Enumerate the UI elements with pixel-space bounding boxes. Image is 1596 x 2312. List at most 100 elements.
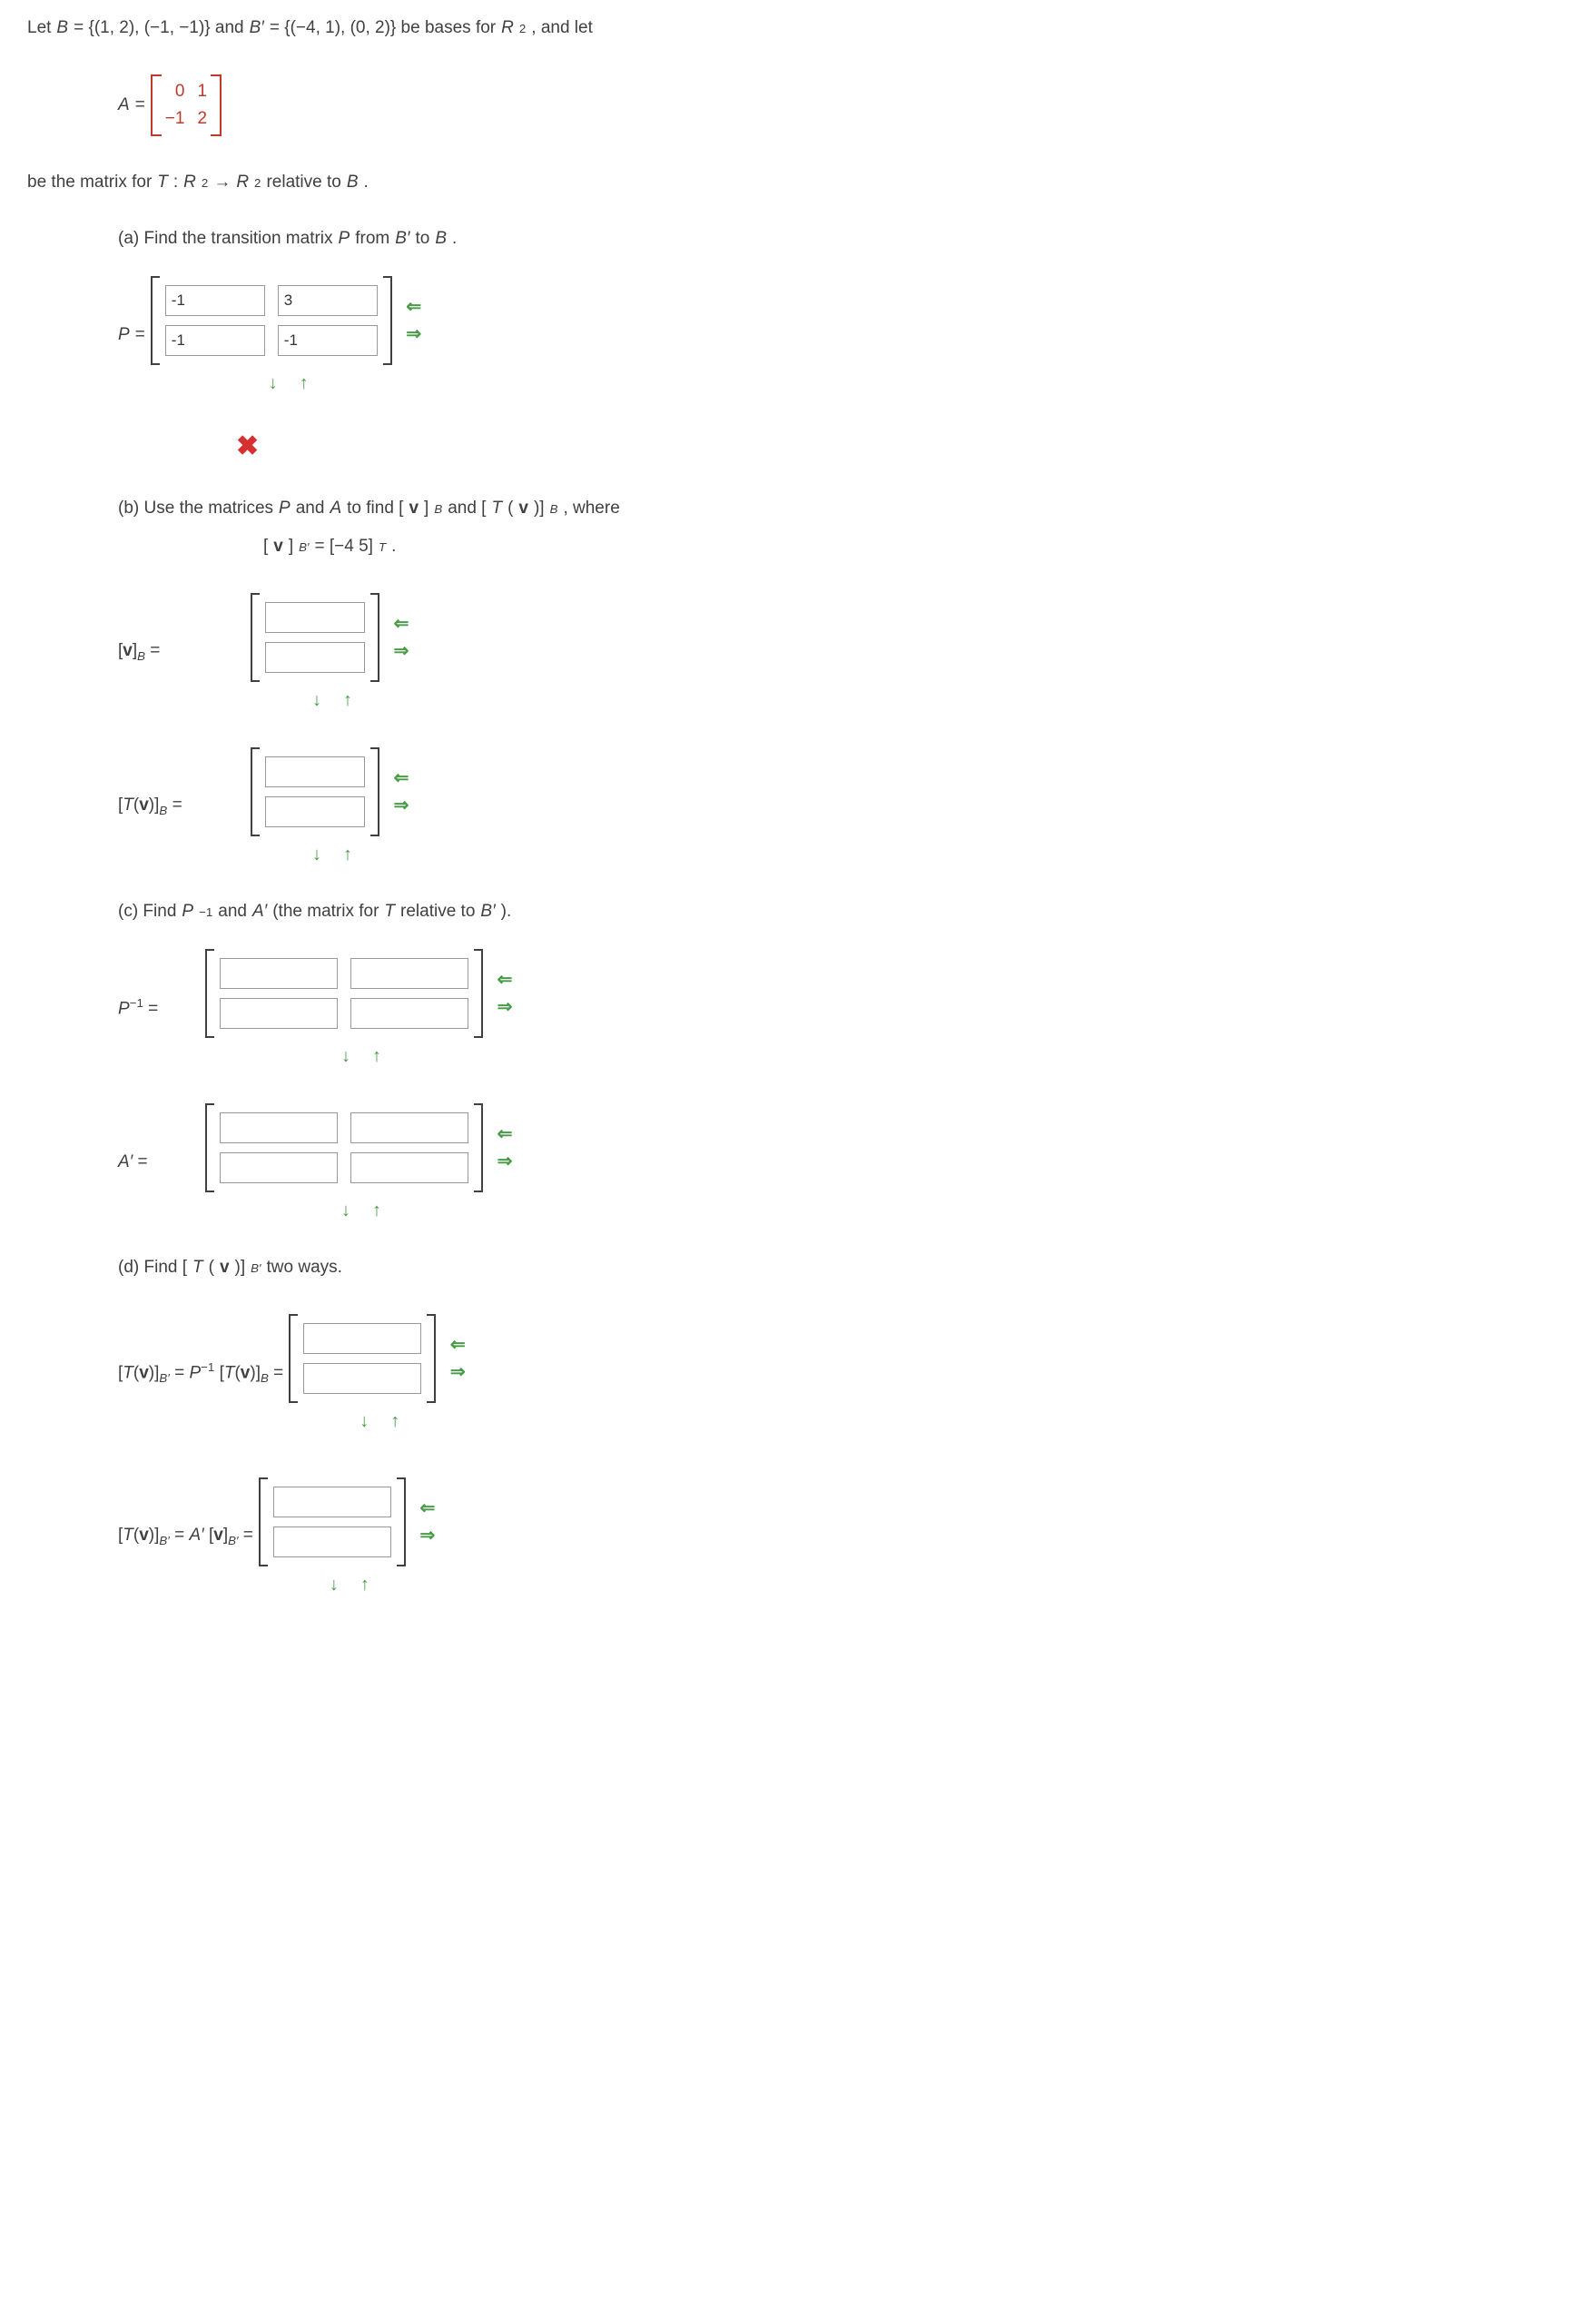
add-column-icon[interactable]: ⇒ — [492, 996, 517, 1018]
remove-column-icon[interactable]: ⇐ — [445, 1334, 470, 1356]
text: T — [157, 173, 168, 193]
add-column-icon[interactable]: ⇒ — [401, 323, 427, 345]
remove-row-icon[interactable]: ↑ — [335, 689, 360, 711]
matrix-cell-input[interactable] — [265, 602, 365, 633]
text: → — [213, 173, 231, 193]
text: ] — [289, 537, 293, 557]
matrix-cell-input[interactable] — [273, 1527, 391, 1557]
remove-row-icon[interactable]: ↑ — [364, 1045, 389, 1067]
matrix-A: 0 1 −1 2 — [151, 74, 222, 136]
matrix-cell-input[interactable] — [165, 285, 265, 316]
text: A′ — [252, 902, 267, 922]
equals: = — [148, 1000, 158, 1019]
text: P — [279, 499, 291, 519]
text: )] — [149, 1526, 160, 1545]
add-column-icon[interactable]: ⇒ — [492, 1151, 517, 1172]
text: B′ — [250, 18, 264, 38]
matrix-cell-input[interactable] — [220, 998, 338, 1029]
equals: = — [174, 1526, 189, 1545]
add-row-icon[interactable]: ↓ — [304, 844, 330, 865]
text: T — [491, 499, 502, 519]
matrix-input-vB — [251, 593, 379, 682]
remove-column-icon[interactable]: ⇐ — [401, 296, 427, 318]
cell: −1 — [165, 109, 185, 129]
text: v — [241, 1364, 251, 1383]
text: B′ — [159, 1372, 169, 1386]
text: T — [123, 795, 133, 815]
text: v — [139, 795, 149, 815]
matrix-cell-input[interactable] — [220, 958, 338, 989]
matrix-cell-input[interactable] — [265, 756, 365, 787]
matrix-input-TvBprime-2 — [259, 1477, 406, 1566]
matrix-cell-input[interactable] — [350, 1152, 468, 1183]
text: ( — [507, 499, 513, 519]
text: (the matrix for — [272, 902, 379, 922]
matrix-cell-input[interactable] — [350, 958, 468, 989]
text: B — [137, 649, 145, 663]
text: A′ — [189, 1526, 203, 1545]
matrix-cell-input[interactable] — [265, 796, 365, 827]
remove-row-icon[interactable]: ↑ — [291, 372, 317, 394]
text: be the matrix for — [27, 173, 152, 193]
text: v — [518, 499, 528, 519]
label-A: A — [118, 95, 130, 115]
add-column-icon[interactable]: ⇒ — [415, 1525, 440, 1546]
cell: 0 — [165, 82, 185, 102]
text: = {(−4, 1), (0, 2)} be bases for — [270, 18, 496, 38]
matrix-cell-input[interactable] — [165, 325, 265, 356]
add-row-icon[interactable]: ↓ — [304, 689, 330, 711]
equals: = — [273, 1364, 283, 1383]
remove-column-icon[interactable]: ⇐ — [492, 1123, 517, 1145]
add-column-icon[interactable]: ⇒ — [389, 795, 414, 816]
add-column-icon[interactable]: ⇒ — [389, 640, 414, 662]
matrix-input-TvB — [251, 747, 379, 836]
text: B — [435, 229, 447, 249]
equals: = — [174, 1364, 189, 1383]
remove-row-icon[interactable]: ↑ — [335, 844, 360, 865]
label-Aprime: A′ — [118, 1152, 133, 1171]
text: P — [189, 1364, 201, 1383]
text: T — [224, 1364, 235, 1383]
text: )] — [250, 1364, 261, 1383]
matrix-cell-input[interactable] — [265, 642, 365, 673]
text: v — [273, 537, 283, 557]
remove-column-icon[interactable]: ⇐ — [389, 613, 414, 635]
add-row-icon[interactable]: ↓ — [351, 1410, 377, 1432]
remove-row-icon[interactable]: ↑ — [352, 1574, 378, 1596]
matrix-cell-input[interactable] — [350, 1112, 468, 1143]
matrix-cell-input[interactable] — [303, 1323, 421, 1354]
matrix-cell-input[interactable] — [220, 1112, 338, 1143]
remove-row-icon[interactable]: ↑ — [364, 1200, 389, 1221]
remove-column-icon[interactable]: ⇐ — [389, 767, 414, 789]
text: B — [261, 1372, 269, 1386]
text: (a) Find the transition matrix — [118, 229, 333, 249]
text: B′ — [395, 229, 409, 249]
cell: 2 — [197, 109, 207, 129]
text: B — [434, 502, 442, 516]
add-row-icon[interactable]: ↓ — [333, 1200, 359, 1221]
matrix-cell-input[interactable] — [303, 1363, 421, 1394]
text: B′ — [299, 540, 309, 554]
matrix-input-P — [151, 276, 392, 365]
text: T — [379, 540, 386, 554]
add-row-icon[interactable]: ↓ — [261, 372, 286, 394]
remove-row-icon[interactable]: ↑ — [382, 1410, 408, 1432]
text: B — [347, 173, 359, 193]
text: )] — [149, 795, 160, 815]
remove-column-icon[interactable]: ⇐ — [415, 1497, 440, 1519]
remove-column-icon[interactable]: ⇐ — [492, 969, 517, 991]
add-row-icon[interactable]: ↓ — [321, 1574, 347, 1596]
equals: = — [135, 325, 145, 345]
matrix-cell-input[interactable] — [220, 1152, 338, 1183]
equals: = — [138, 1152, 148, 1171]
matrix-cell-input[interactable] — [278, 325, 378, 356]
matrix-cell-input[interactable] — [350, 998, 468, 1029]
matrix-input-Pinv — [205, 949, 483, 1038]
matrix-cell-input[interactable] — [273, 1487, 391, 1517]
text: , and let — [531, 18, 593, 38]
add-row-icon[interactable]: ↓ — [333, 1045, 359, 1067]
matrix-cell-input[interactable] — [278, 285, 378, 316]
part-a: (a) Find the transition matrix P from B′… — [118, 229, 1569, 462]
text: and — [296, 499, 325, 519]
add-column-icon[interactable]: ⇒ — [445, 1361, 470, 1383]
